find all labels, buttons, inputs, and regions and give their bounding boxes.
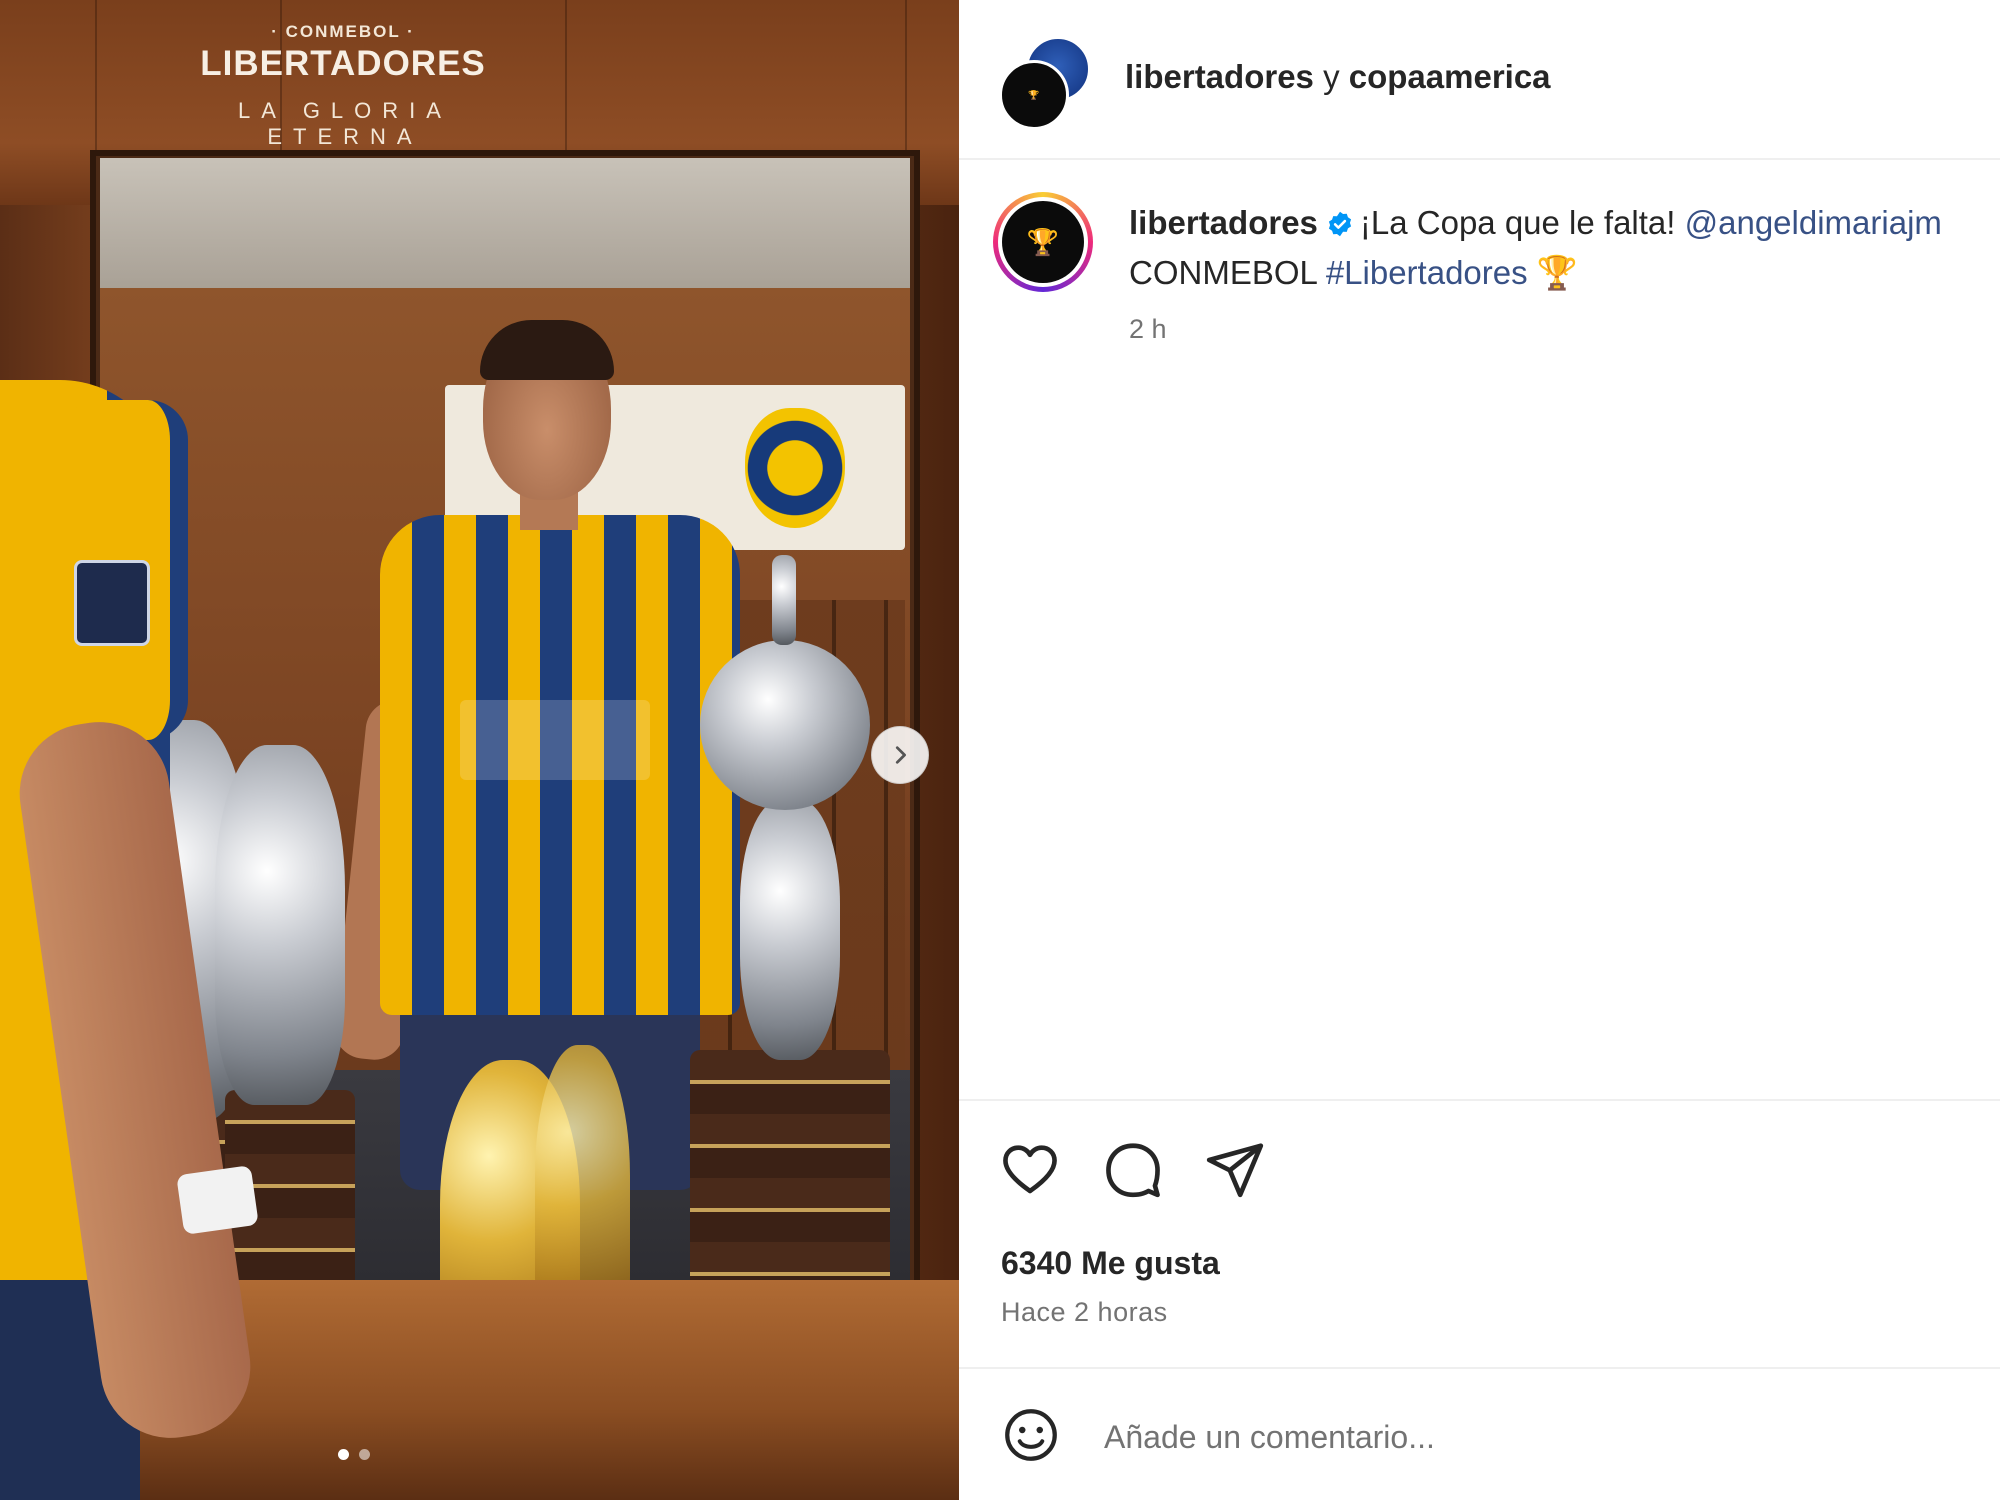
libertadores-logo-icon: 🏆 — [1028, 90, 1040, 100]
post-time-ago[interactable]: Hace 2 horas — [1001, 1297, 1168, 1328]
conmebol-logo-text: · CONMEBOL · — [271, 22, 415, 41]
post-media[interactable]: · CONMEBOL · LIBERTADORES LA GLORIA ETER… — [0, 0, 959, 1500]
club-crest — [745, 408, 845, 528]
heart-icon — [1003, 1145, 1057, 1194]
emoji-button[interactable] — [1001, 1405, 1061, 1465]
copa-america-trophy-2 — [215, 745, 345, 1105]
logo-tagline: LA GLORIA ETERNA — [238, 98, 452, 149]
like-count[interactable]: 6340 Me gusta — [1001, 1245, 1220, 1282]
send-icon — [1206, 1143, 1264, 1198]
libertadores-logo-text: LIBERTADORES — [200, 44, 486, 83]
header-username-2[interactable]: copaamerica — [1349, 58, 1551, 95]
divider — [959, 1099, 2000, 1101]
caption-avatar[interactable]: 🏆 — [993, 192, 1093, 292]
carousel-dot-active — [338, 1449, 349, 1460]
carousel-indicator — [338, 1449, 370, 1460]
libertadores-trophy-stem — [740, 800, 840, 1060]
header-username-1[interactable]: libertadores — [1125, 58, 1314, 95]
caption-text-2: CONMEBOL — [1129, 254, 1326, 291]
libertadores-avatar: 🏆 — [1002, 201, 1084, 283]
caption-mention[interactable]: @angeldimariajm — [1685, 204, 1942, 241]
verified-badge-icon — [1326, 204, 1354, 250]
caption-text-1: ¡La Copa que le falta! — [1359, 204, 1685, 241]
post-caption: libertadores ¡La Copa que le falta! @ange… — [1129, 200, 2000, 296]
mirror-ceiling — [100, 158, 910, 288]
like-button[interactable] — [999, 1138, 1061, 1200]
comment-input[interactable] — [1102, 1410, 1956, 1464]
caption-hashtag[interactable]: #Libertadores — [1326, 254, 1528, 291]
post-header: 🏆 libertadores y copaamerica — [959, 0, 2000, 160]
libertadores-logo-icon: 🏆 — [1026, 227, 1060, 257]
jersey-sponsor — [460, 700, 650, 780]
wristband — [176, 1165, 259, 1235]
sleeve-patch — [74, 560, 150, 646]
libertadores-trophy-ball — [700, 640, 870, 810]
collab-title: libertadores y copaamerica — [1125, 58, 1551, 96]
chevron-right-icon — [895, 746, 906, 764]
carousel-next-button[interactable] — [871, 726, 929, 784]
comment-icon — [1106, 1143, 1160, 1198]
post-details-panel: 🏆 libertadores y copaamerica 🏆 libertado… — [959, 0, 2000, 1500]
collab-avatars[interactable]: 🏆 — [999, 36, 1091, 130]
comment-button[interactable] — [1102, 1138, 1164, 1200]
caption-timestamp[interactable]: 2 h — [1129, 314, 1167, 345]
share-button[interactable] — [1204, 1138, 1266, 1200]
avatar-libertadores[interactable]: 🏆 — [999, 60, 1069, 130]
caption-username[interactable]: libertadores — [1129, 204, 1318, 241]
carousel-dot — [359, 1449, 370, 1460]
divider — [959, 1367, 2000, 1369]
header-joiner: y — [1313, 58, 1349, 95]
trophy-emoji: 🏆 — [1536, 254, 1578, 291]
smiley-icon — [1005, 1409, 1057, 1461]
libertadores-trophy-figure — [772, 555, 796, 645]
